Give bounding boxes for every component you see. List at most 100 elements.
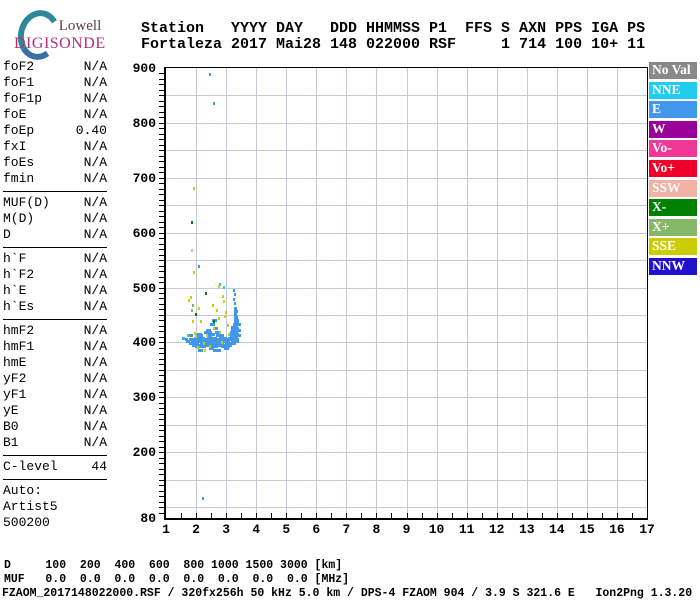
echo-point — [222, 334, 225, 338]
echo-point — [199, 332, 202, 336]
y-axis-tick — [159, 507, 164, 509]
echo-point — [234, 293, 237, 297]
x-axis-label: 3 — [222, 522, 231, 537]
y-axis-tick — [159, 490, 164, 492]
param-value: N/A — [83, 323, 107, 338]
x-axis-label: 10 — [428, 522, 445, 537]
x-axis-label: 11 — [458, 522, 475, 537]
x-axis-tick — [241, 513, 243, 518]
param-label: fmin — [3, 171, 35, 186]
param-label: D — [3, 227, 11, 242]
y-axis-tick — [159, 150, 164, 152]
y-axis-tick — [159, 413, 164, 415]
x-axis-tick — [256, 513, 258, 518]
logo-text-digisonde: DIGISONDE — [14, 35, 106, 52]
gridline-horizontal — [166, 479, 647, 481]
x-axis-tick — [436, 513, 438, 518]
echo-point — [235, 310, 238, 314]
y-axis-tick — [159, 73, 164, 75]
x-axis-label: 6 — [312, 522, 321, 537]
y-axis-tick — [159, 468, 164, 470]
param-row: foF1p N/A — [3, 91, 107, 107]
echo-point — [208, 345, 211, 349]
echo-point — [222, 286, 225, 289]
echo-point — [201, 496, 204, 500]
y-axis-label: 900 — [132, 61, 156, 76]
echo-point — [232, 289, 235, 293]
y-axis-tick — [159, 199, 164, 201]
x-axis-tick — [616, 513, 618, 518]
param-value: N/A — [83, 195, 107, 210]
param-value: N/A — [83, 211, 107, 226]
y-axis-label: 200 — [132, 445, 156, 461]
y-axis-tick — [159, 282, 164, 284]
y-axis-tick — [159, 188, 164, 190]
legend-item: X+ — [649, 218, 697, 236]
x-axis-tick — [361, 513, 363, 518]
param-label: h`Es — [3, 299, 35, 314]
legend-item: SSW — [649, 179, 697, 197]
y-axis-tick — [159, 194, 164, 196]
x-axis-tick — [316, 513, 318, 518]
gridline-horizontal — [166, 122, 647, 124]
y-axis-tick — [159, 496, 164, 498]
param-row: foEs N/A — [3, 155, 107, 171]
x-axis-label: 15 — [579, 522, 595, 537]
y-axis-tick — [159, 463, 164, 465]
x-axis-label: 16 — [609, 522, 625, 537]
echo-point — [221, 295, 224, 299]
param-row: yF2 N/A — [3, 371, 107, 387]
gridline-vertical — [376, 68, 378, 518]
echo-point — [213, 323, 216, 327]
echo-point — [202, 341, 205, 345]
ionogram-plot: 900 800 700 600 500 400 300 200 80 1 2 3 4 5 6 7 8 9 10 11 1… — [133, 61, 655, 537]
echo-point — [234, 302, 237, 306]
x-axis-tick — [466, 513, 468, 518]
x-axis-tick — [481, 513, 483, 518]
y-axis-tick — [159, 95, 164, 97]
param-value: N/A — [83, 371, 107, 386]
gridline-vertical — [316, 68, 318, 518]
param-value: N/A — [83, 251, 107, 266]
x-axis-label: 4 — [252, 522, 261, 537]
gridline-horizontal — [166, 95, 647, 97]
x-axis-tick — [301, 513, 303, 518]
gridline-vertical — [436, 68, 438, 518]
param-row: yE N/A — [3, 403, 107, 419]
echo-point — [219, 348, 222, 352]
param-label: foEp — [3, 123, 35, 138]
echo-point — [195, 313, 198, 317]
y-axis-tick — [159, 479, 164, 481]
param-label: foE — [3, 107, 27, 122]
y-axis-tick — [159, 298, 164, 300]
param-value: N/A — [83, 283, 107, 298]
y-axis-tick — [159, 155, 164, 157]
y-axis-tick — [159, 117, 164, 119]
y-axis-tick — [159, 238, 164, 240]
echo-point — [191, 221, 194, 225]
x-axis-label: 1 — [162, 522, 170, 537]
x-axis-tick — [421, 513, 423, 518]
x-axis-tick — [496, 513, 498, 518]
x-axis-label: 14 — [549, 522, 565, 537]
panel-divider — [3, 319, 107, 320]
x-axis-tick — [376, 513, 378, 518]
echo-point — [217, 317, 220, 321]
param-row: hmE N/A — [3, 355, 107, 371]
param-row: foF1 N/A — [3, 75, 107, 91]
echo-point — [228, 332, 231, 336]
panel-divider — [3, 247, 107, 248]
param-row: hmF1 N/A — [3, 339, 107, 355]
y-axis-tick — [159, 111, 164, 113]
y-axis-tick — [159, 287, 164, 289]
y-axis-tick — [159, 249, 164, 251]
y-axis-tick — [159, 358, 164, 360]
param-label: MUF(D) — [3, 195, 50, 210]
y-axis-tick — [159, 144, 164, 146]
x-axis-tick — [346, 513, 348, 518]
x-axis-tick — [556, 513, 558, 518]
x-axis-tick — [181, 513, 183, 518]
param-row: h`E N/A — [3, 283, 107, 299]
gridline-vertical — [526, 68, 528, 518]
x-axis-label: 12 — [488, 522, 505, 537]
